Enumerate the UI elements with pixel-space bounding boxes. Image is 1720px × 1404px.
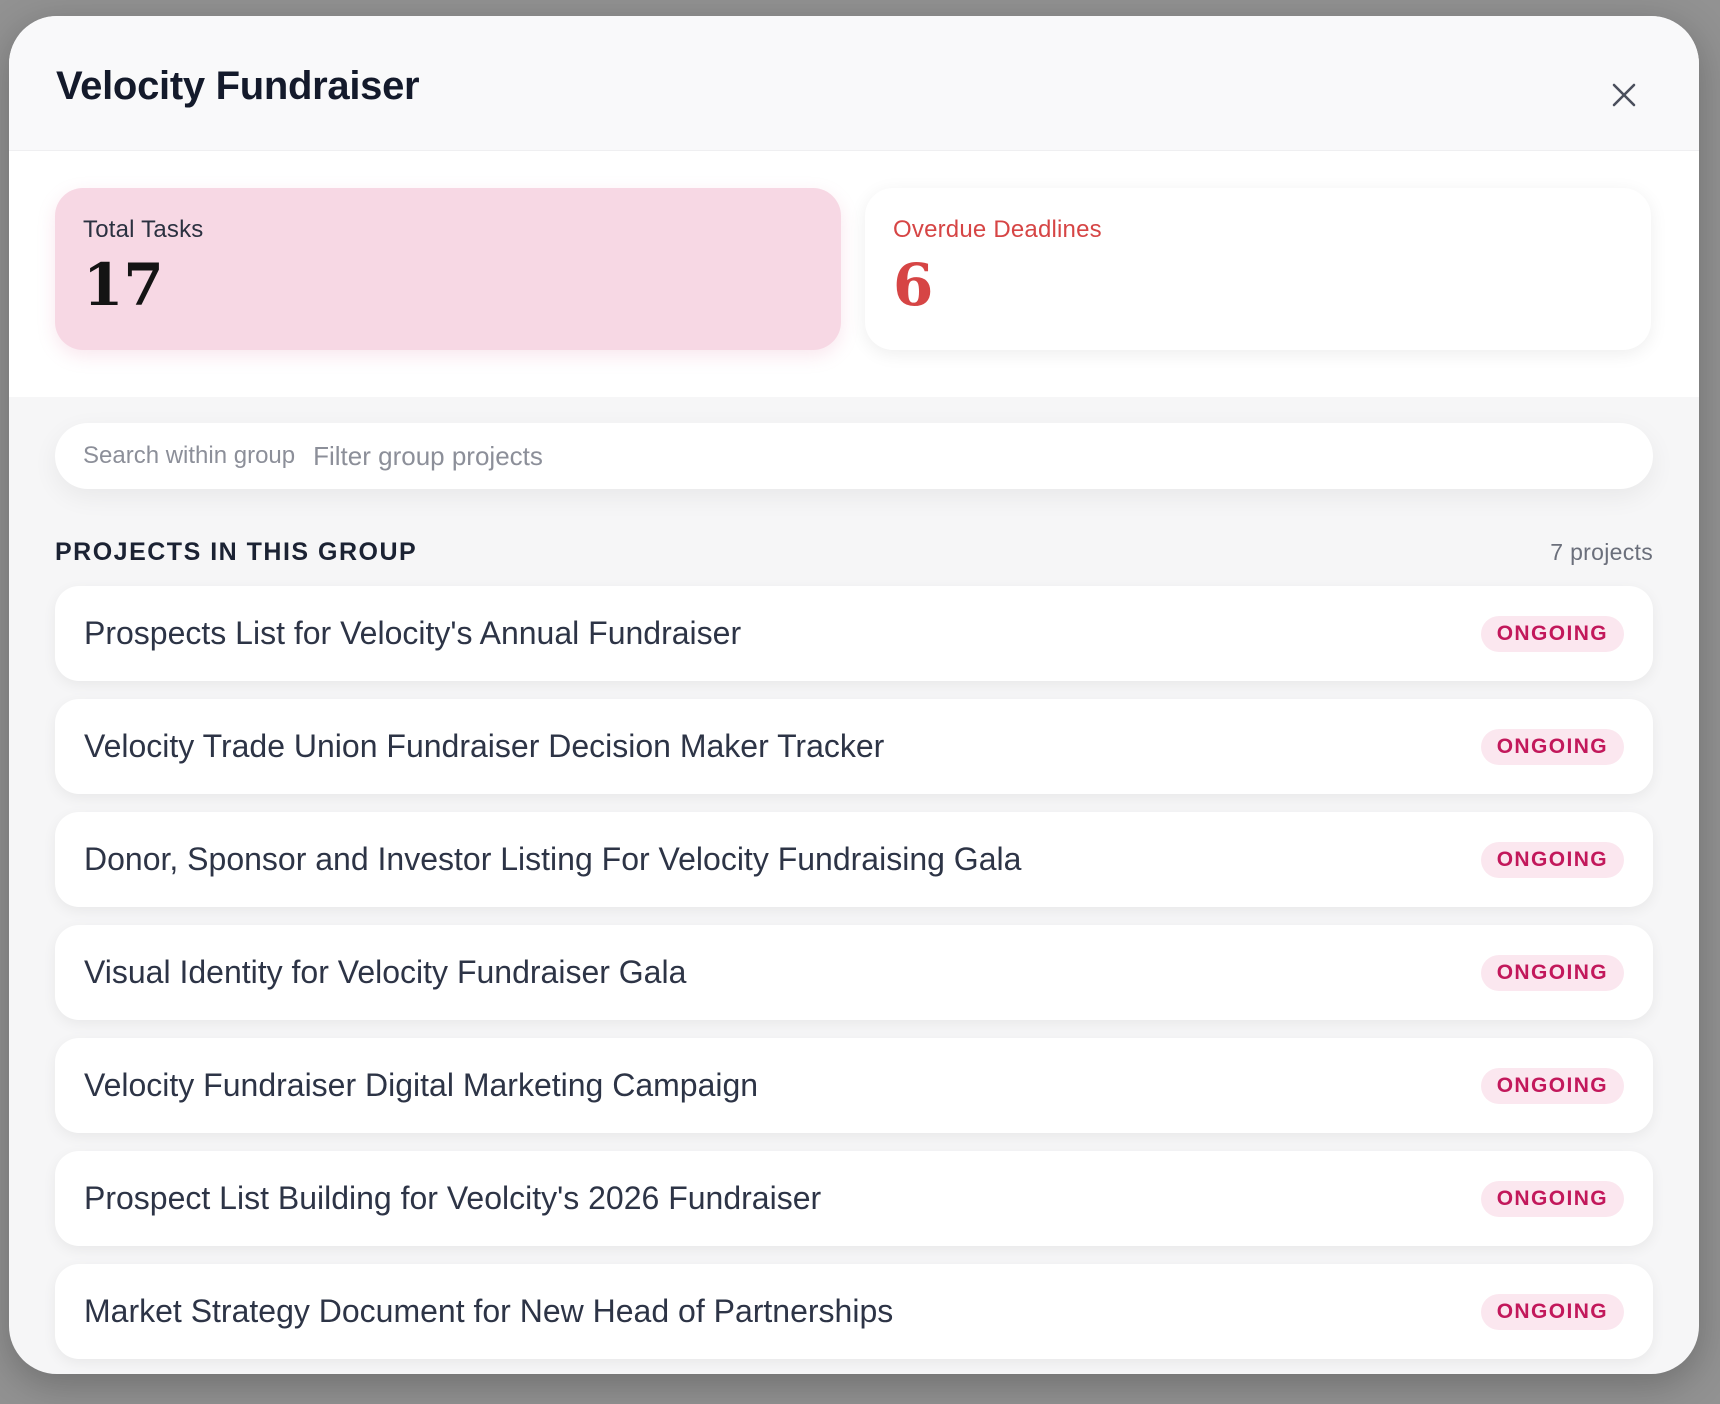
modal-title: Velocity Fundraiser xyxy=(56,64,420,108)
status-badge: ONGOING xyxy=(1480,1180,1624,1217)
project-name: Visual Identity for Velocity Fundraiser … xyxy=(84,954,687,990)
total-tasks-label: Total Tasks xyxy=(83,216,204,243)
total-tasks-value: 17 xyxy=(83,251,164,319)
projects-section-header: PROJECTS IN THIS GROUP 7 projects xyxy=(55,537,1653,567)
project-name: Market Strategy Document for New Head of… xyxy=(84,1293,894,1329)
total-tasks-card: Total Tasks 17 xyxy=(55,188,841,350)
status-badge: ONGOING xyxy=(1480,1293,1624,1330)
project-row[interactable]: Prospect List Building for Veolcity's 20… xyxy=(55,1151,1653,1246)
overdue-deadlines-value: 6 xyxy=(893,251,934,319)
status-badge: ONGOING xyxy=(1480,841,1624,878)
search-label: Search within group xyxy=(83,442,296,469)
project-row[interactable]: Donor, Sponsor and Investor Listing For … xyxy=(55,812,1653,907)
project-name: Donor, Sponsor and Investor Listing For … xyxy=(84,841,1022,877)
group-modal: Velocity Fundraiser Total Tasks 17 Overd… xyxy=(9,16,1699,1374)
search-input[interactable] xyxy=(313,440,1625,472)
project-name: Prospect List Building for Veolcity's 20… xyxy=(84,1180,822,1216)
status-badge: ONGOING xyxy=(1480,954,1624,991)
project-count: 7 projects xyxy=(1550,538,1653,565)
project-list: Prospects List for Velocity's Annual Fun… xyxy=(55,586,1653,1359)
project-row[interactable]: Velocity Fundraiser Digital Marketing Ca… xyxy=(55,1038,1653,1133)
search-box[interactable]: Search within group xyxy=(55,423,1653,489)
project-name: Velocity Fundraiser Digital Marketing Ca… xyxy=(84,1067,759,1103)
project-row[interactable]: Visual Identity for Velocity Fundraiser … xyxy=(55,925,1653,1020)
status-badge: ONGOING xyxy=(1480,1067,1624,1104)
stats-section: Total Tasks 17 Overdue Deadlines 6 xyxy=(9,151,1699,397)
close-icon xyxy=(1612,83,1636,107)
modal-content: Search within group PROJECTS IN THIS GRO… xyxy=(9,397,1699,1359)
project-row[interactable]: Market Strategy Document for New Head of… xyxy=(55,1264,1653,1359)
overdue-deadlines-label: Overdue Deadlines xyxy=(893,216,1102,243)
project-row[interactable]: Prospects List for Velocity's Annual Fun… xyxy=(55,586,1653,681)
section-title: PROJECTS IN THIS GROUP xyxy=(55,537,418,566)
close-button[interactable] xyxy=(1603,74,1645,116)
overdue-deadlines-card: Overdue Deadlines 6 xyxy=(865,188,1651,350)
project-name: Prospects List for Velocity's Annual Fun… xyxy=(84,615,742,651)
status-badge: ONGOING xyxy=(1480,615,1624,652)
status-badge: ONGOING xyxy=(1480,728,1624,765)
project-name: Velocity Trade Union Fundraiser Decision… xyxy=(84,728,885,764)
project-row[interactable]: Velocity Trade Union Fundraiser Decision… xyxy=(55,699,1653,794)
modal-header: Velocity Fundraiser xyxy=(9,16,1699,151)
